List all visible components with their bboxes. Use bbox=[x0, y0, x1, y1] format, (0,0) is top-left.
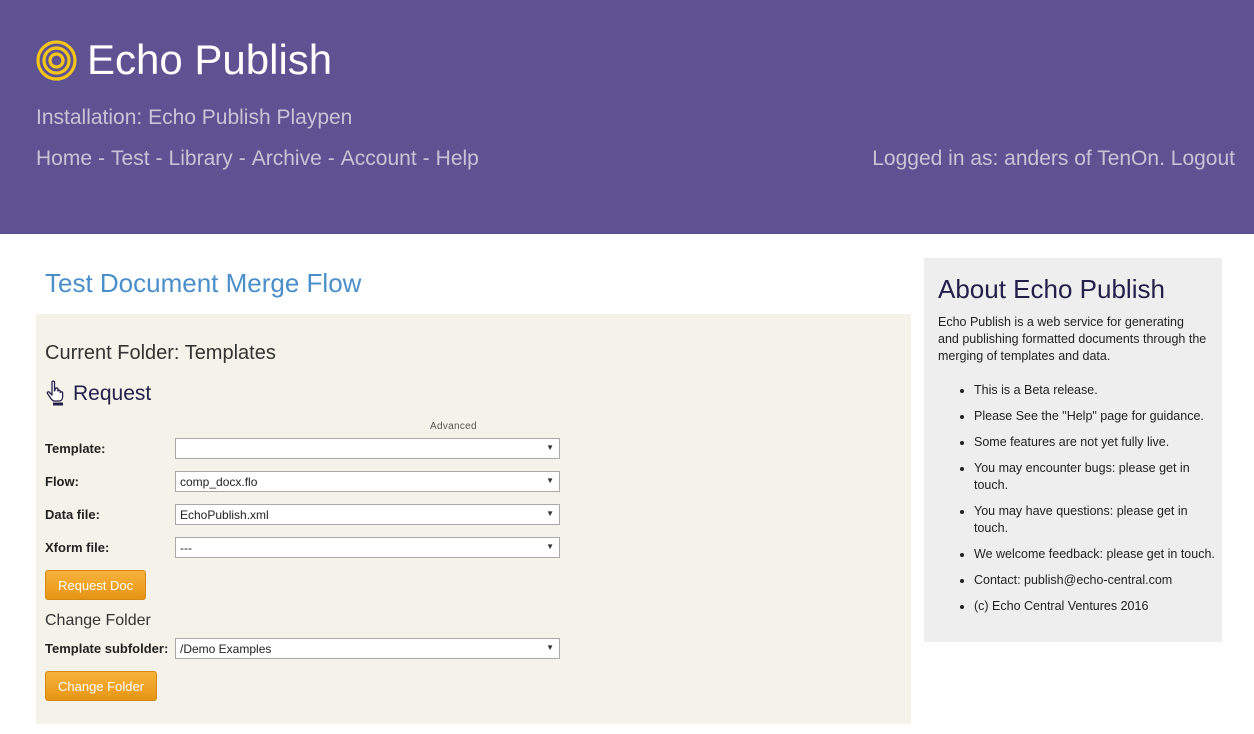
xform-file-label: Xform file: bbox=[45, 540, 110, 555]
logout-link[interactable]: Logout bbox=[1171, 147, 1235, 170]
request-heading: Request bbox=[45, 380, 151, 406]
list-item: You may have questions: please get in to… bbox=[974, 503, 1218, 537]
template-label: Template: bbox=[45, 441, 106, 456]
nav-separator: - bbox=[422, 147, 430, 170]
list-item: Some features are not yet fully live. bbox=[974, 434, 1218, 451]
template-row: Template: ▼ bbox=[45, 438, 560, 459]
nav-archive[interactable]: Archive bbox=[252, 147, 322, 170]
data-file-select[interactable]: EchoPublish.xml ▼ bbox=[175, 504, 560, 525]
request-label: Request bbox=[73, 382, 152, 405]
xform-file-row: Xform file: --- ▼ bbox=[45, 537, 560, 558]
page-title: Test Document Merge Flow bbox=[45, 268, 362, 298]
flow-row: Flow: comp_docx.flo ▼ bbox=[45, 471, 560, 492]
main-nav: Home - Test - Library - Archive - Account - Help bbox=[36, 147, 479, 171]
pointing-hand-icon bbox=[46, 380, 64, 406]
change-folder-button[interactable]: Change Folder bbox=[45, 671, 157, 701]
list-item: Contact: publish@echo-central.com bbox=[974, 572, 1218, 589]
login-status: Logged in as: anders of TenOn. Logout bbox=[872, 147, 1235, 171]
sidebar-title: About Echo Publish bbox=[938, 274, 1165, 304]
data-file-value: EchoPublish.xml bbox=[180, 507, 269, 522]
data-file-row: Data file: EchoPublish.xml ▼ bbox=[45, 504, 560, 525]
concentric-circles-icon bbox=[36, 39, 77, 81]
data-file-label: Data file: bbox=[45, 507, 100, 522]
dropdown-arrow-icon: ▼ bbox=[546, 542, 554, 551]
installation-name: Installation: Echo Publish Playpen bbox=[36, 106, 353, 129]
dropdown-arrow-icon: ▼ bbox=[546, 443, 554, 452]
nav-library[interactable]: Library bbox=[169, 147, 233, 170]
subfolder-row: Template subfolder: /Demo Examples ▼ bbox=[45, 638, 560, 659]
logged-in-text: Logged in as: anders of TenOn. bbox=[872, 147, 1165, 170]
subfolder-select[interactable]: /Demo Examples ▼ bbox=[175, 638, 560, 659]
nav-separator: - bbox=[155, 147, 163, 170]
current-folder: Current Folder: Templates bbox=[45, 342, 276, 364]
app-title: Echo Publish bbox=[87, 36, 333, 83]
dropdown-arrow-icon: ▼ bbox=[546, 476, 554, 485]
list-item: We welcome feedback: please get in touch… bbox=[974, 546, 1218, 563]
nav-separator: - bbox=[98, 147, 106, 170]
list-item: Please See the "Help" page for guidance. bbox=[974, 408, 1218, 425]
sidebar-description: Echo Publish is a web service for genera… bbox=[938, 315, 1207, 363]
site-header: Echo Publish Installation: Echo Publish … bbox=[0, 0, 1254, 234]
flow-label: Flow: bbox=[45, 474, 79, 489]
xform-file-value: --- bbox=[180, 540, 192, 555]
about-sidebar: About Echo Publish Echo Publish is a web… bbox=[924, 258, 1222, 642]
request-panel: Current Folder: Templates Request Advanc… bbox=[36, 314, 911, 724]
nav-separator: - bbox=[327, 147, 335, 170]
list-item: You may encounter bugs: please get in to… bbox=[974, 460, 1218, 494]
nav-test[interactable]: Test bbox=[111, 147, 150, 170]
nav-home[interactable]: Home bbox=[36, 147, 92, 170]
logo[interactable]: Echo Publish bbox=[36, 37, 332, 83]
flow-value: comp_docx.flo bbox=[180, 474, 258, 489]
sidebar-list: This is a Beta release. Please See the "… bbox=[938, 382, 1218, 624]
subfolder-label: Template subfolder: bbox=[45, 641, 169, 656]
flow-select[interactable]: comp_docx.flo ▼ bbox=[175, 471, 560, 492]
list-item: This is a Beta release. bbox=[974, 382, 1218, 399]
change-folder-heading: Change Folder bbox=[45, 612, 151, 629]
subfolder-value: /Demo Examples bbox=[180, 641, 272, 656]
advanced-label[interactable]: Advanced bbox=[430, 421, 477, 432]
nav-account[interactable]: Account bbox=[341, 147, 417, 170]
list-item: (c) Echo Central Ventures 2016 bbox=[974, 598, 1218, 615]
request-doc-button[interactable]: Request Doc bbox=[45, 570, 147, 600]
dropdown-arrow-icon: ▼ bbox=[546, 509, 554, 518]
xform-file-select[interactable]: --- ▼ bbox=[175, 537, 560, 558]
nav-help[interactable]: Help bbox=[436, 147, 479, 170]
nav-separator: - bbox=[238, 147, 246, 170]
dropdown-arrow-icon: ▼ bbox=[546, 643, 554, 652]
template-select[interactable]: ▼ bbox=[175, 438, 560, 459]
